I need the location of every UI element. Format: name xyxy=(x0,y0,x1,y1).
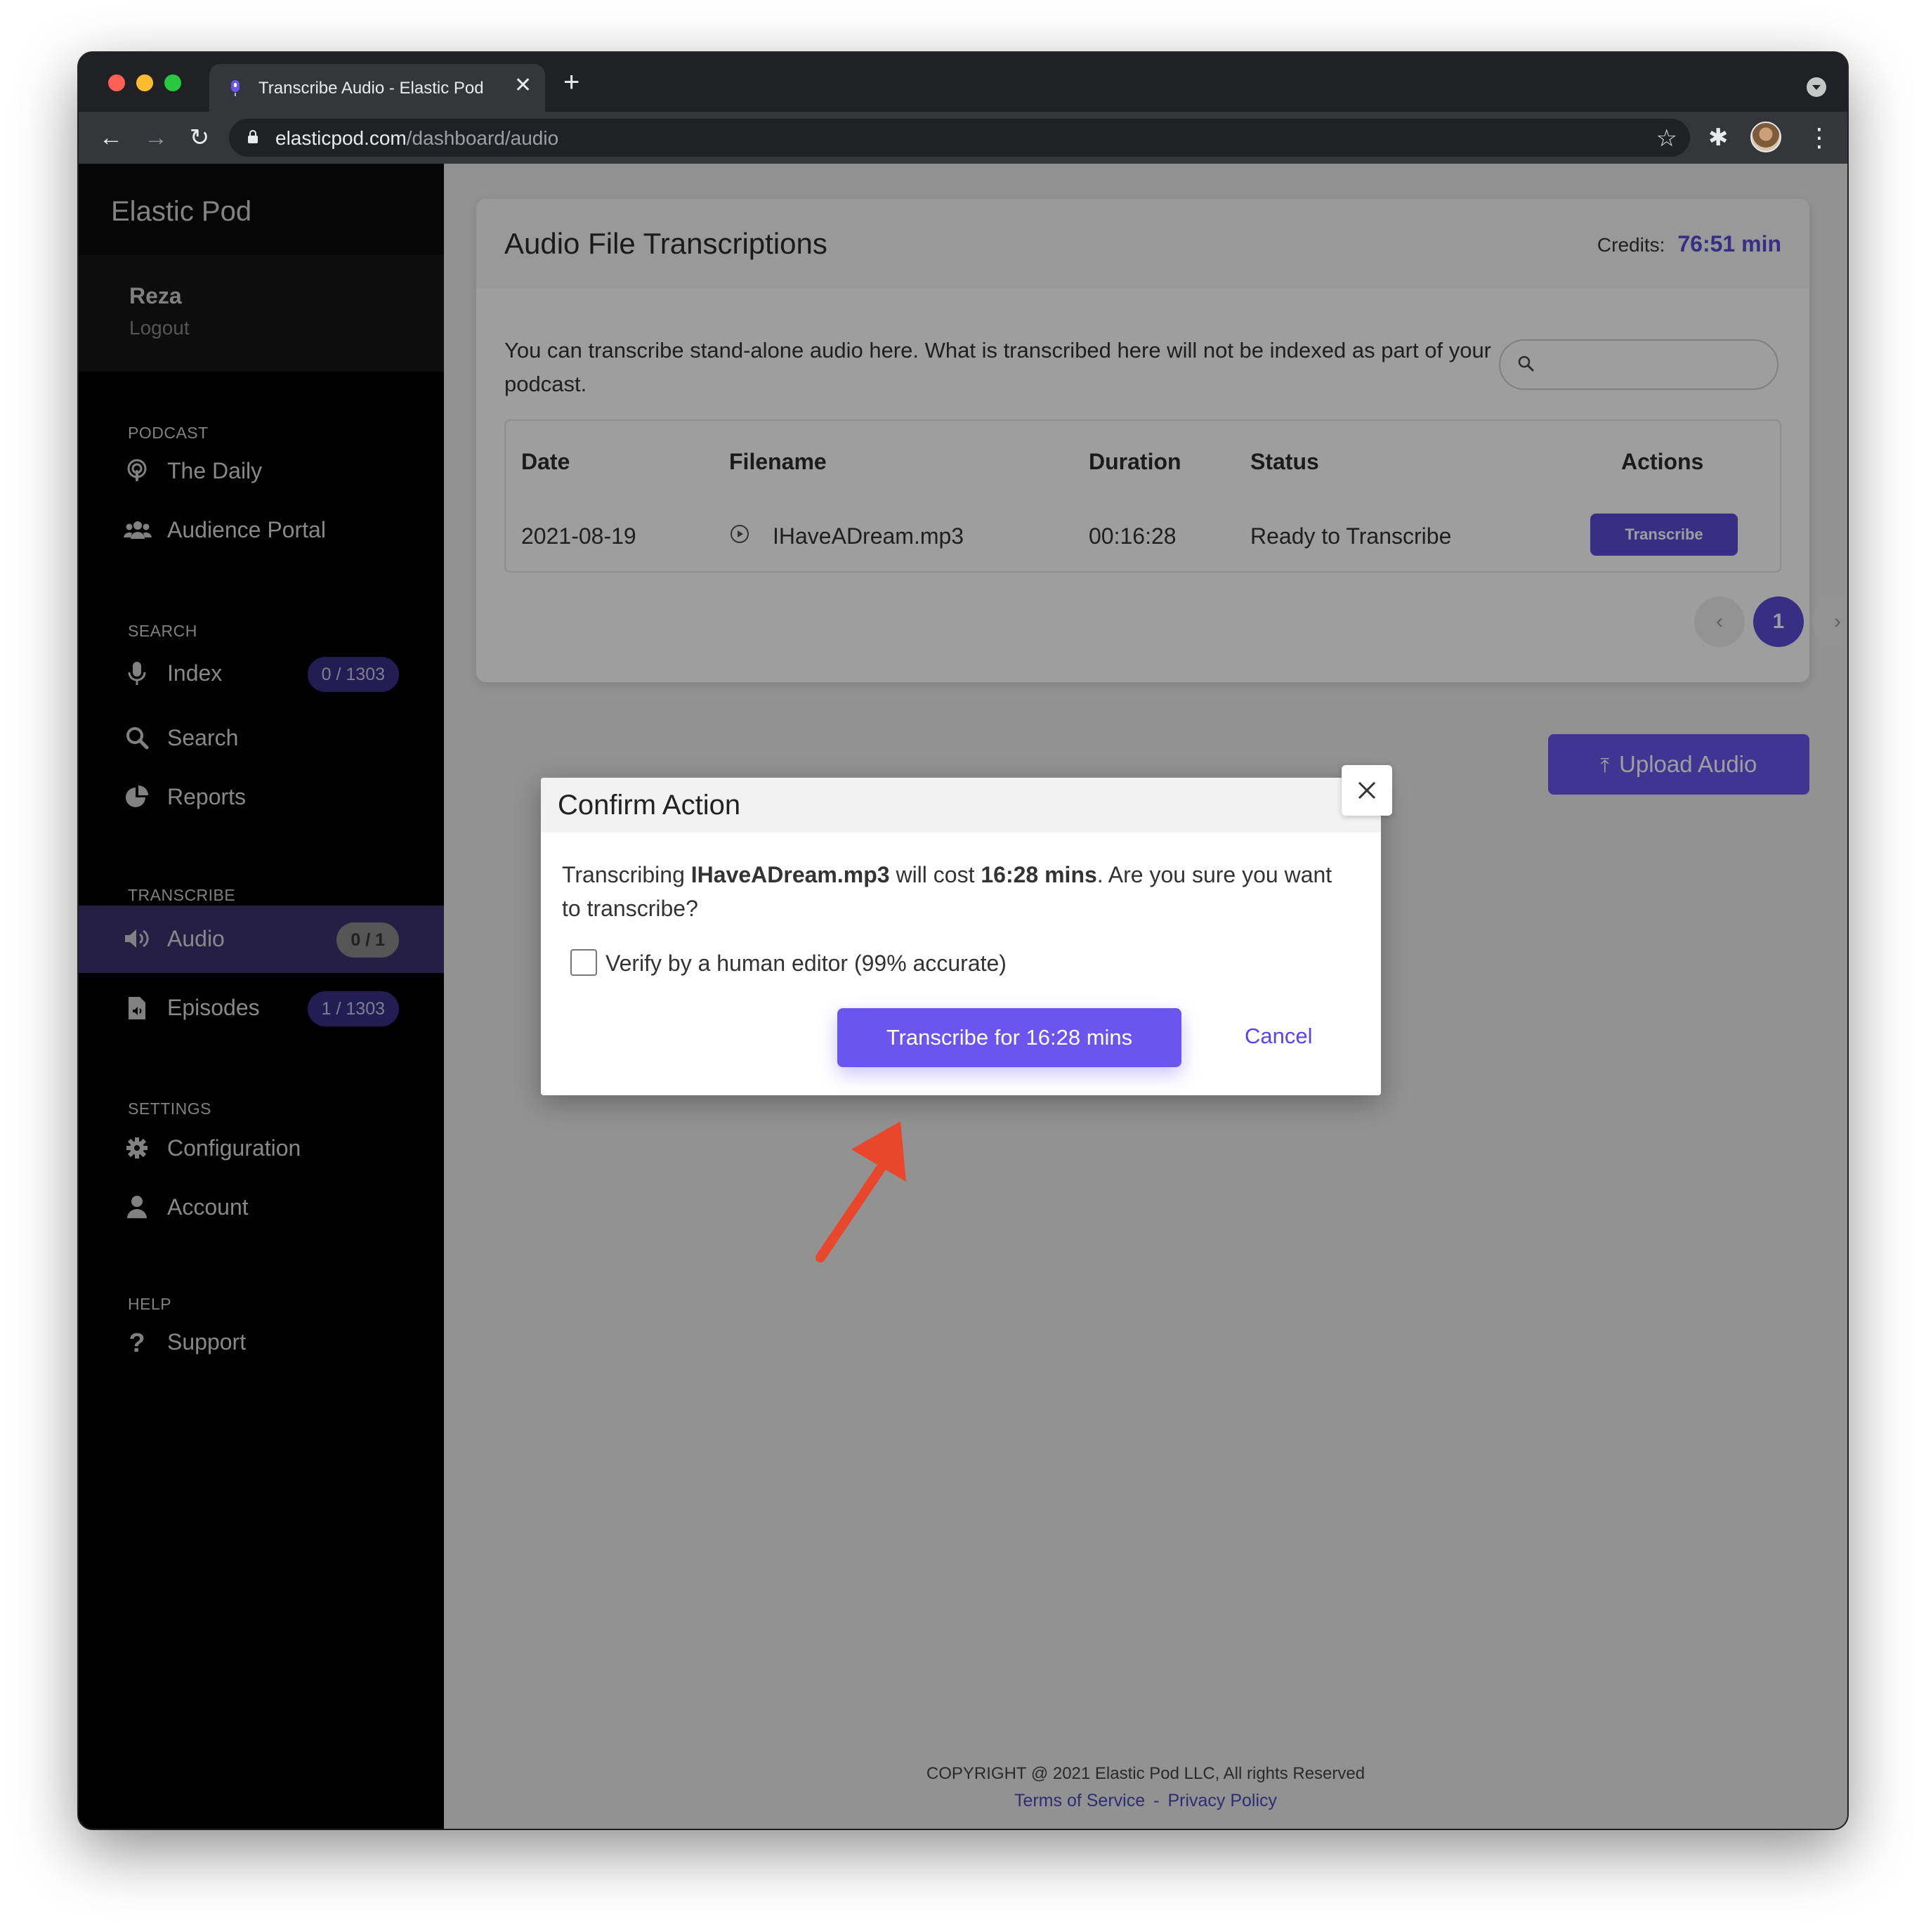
back-icon[interactable]: ← xyxy=(97,124,125,152)
bookmark-star-icon[interactable]: ☆ xyxy=(1656,124,1677,152)
tab-search-icon[interactable] xyxy=(1807,77,1826,97)
msg-mid: will cost xyxy=(889,862,981,887)
dialog-header: Confirm Action xyxy=(541,778,1381,833)
cancel-button[interactable]: Cancel xyxy=(1245,1024,1313,1049)
tab-title: Transcribe Audio - Elastic Pod xyxy=(258,79,484,98)
address-bar[interactable]: elasticpod.com/dashboard/audio ☆ xyxy=(229,119,1690,157)
tab-bar: Transcribe Audio - Elastic Pod ✕ + xyxy=(79,53,1847,112)
url-host: elasticpod.com xyxy=(275,127,407,149)
close-icon xyxy=(1358,781,1376,799)
dialog-message: Transcribing IHaveADream.mp3 will cost 1… xyxy=(562,858,1349,925)
browser-menu-icon[interactable]: ⋮ xyxy=(1807,124,1832,152)
msg-filename: IHaveADream.mp3 xyxy=(690,862,890,887)
forward-icon[interactable]: → xyxy=(142,124,170,152)
dialog-title: Confirm Action xyxy=(558,790,741,821)
reload-icon[interactable]: ↻ xyxy=(185,124,214,152)
url-path: /dashboard/audio xyxy=(406,127,559,149)
msg-cost: 16:28 mins xyxy=(981,862,1097,887)
human-editor-checkbox-label[interactable]: Verify by a human editor (99% accurate) xyxy=(605,951,1007,977)
profile-avatar[interactable] xyxy=(1750,122,1781,152)
url-text: elasticpod.com/dashboard/audio xyxy=(275,127,558,150)
microphone-favicon-icon xyxy=(231,80,240,96)
tab-close-icon[interactable]: ✕ xyxy=(514,75,532,96)
msg-prefix: Transcribing xyxy=(562,862,691,887)
confirm-dialog: Confirm Action Transcribing IHaveADream.… xyxy=(541,778,1381,1095)
confirm-transcribe-button[interactable]: Transcribe for 16:28 mins xyxy=(837,1008,1181,1067)
new-tab-icon[interactable]: + xyxy=(563,68,579,96)
maximize-window-button[interactable] xyxy=(164,74,181,91)
close-window-button[interactable] xyxy=(108,74,125,91)
human-editor-checkbox[interactable] xyxy=(570,949,597,976)
browser-toolbar: ← → ↻ elasticpod.com/dashboard/audio ☆ ✱… xyxy=(79,112,1847,164)
browser-window: Transcribe Audio - Elastic Pod ✕ + ← → ↻… xyxy=(79,53,1847,1829)
extensions-icon[interactable]: ✱ xyxy=(1708,124,1729,152)
minimize-window-button[interactable] xyxy=(136,74,153,91)
dialog-close-button[interactable] xyxy=(1342,765,1392,816)
browser-tab[interactable]: Transcribe Audio - Elastic Pod ✕ xyxy=(209,64,545,112)
lock-icon xyxy=(248,130,258,143)
